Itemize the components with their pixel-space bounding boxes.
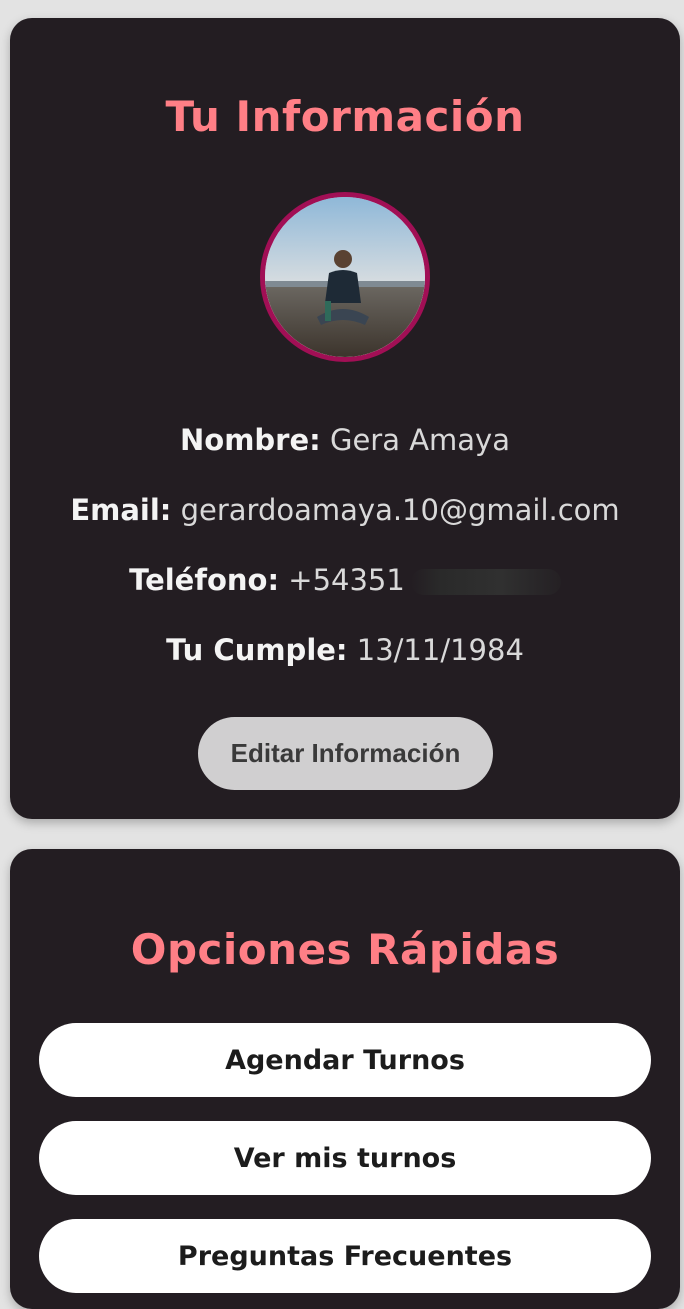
- edit-info-button[interactable]: Editar Información: [198, 717, 493, 790]
- schedule-appointments-button[interactable]: Agendar Turnos: [39, 1023, 651, 1097]
- profile-card: Tu Información Nombre: Gera Amaya Email:…: [10, 18, 680, 819]
- quick-options-card: Opciones Rápidas Agendar Turnos Ver mis …: [10, 849, 680, 1309]
- birthday-label: Tu Cumple:: [166, 633, 348, 667]
- phone-value: +54351: [288, 563, 405, 597]
- birthday-value: 13/11/1984: [356, 633, 524, 667]
- quick-options-title: Opciones Rápidas: [130, 925, 560, 974]
- profile-title: Tu Información: [165, 92, 525, 141]
- view-appointments-button[interactable]: Ver mis turnos: [39, 1121, 651, 1195]
- email-label: Email:: [70, 493, 172, 527]
- phone-redaction: [410, 569, 561, 595]
- profile-photo: [265, 197, 425, 357]
- name-value: Gera Amaya: [329, 423, 510, 457]
- avatar: [260, 192, 430, 362]
- email-value: gerardoamaya.10@gmail.com: [180, 493, 620, 527]
- birthday-row: Tu Cumple: 13/11/1984: [10, 633, 680, 667]
- name-label: Nombre:: [180, 423, 321, 457]
- phone-label: Teléfono:: [129, 563, 280, 597]
- phone-row: Teléfono: +54351: [10, 563, 680, 597]
- email-row: Email: gerardoamaya.10@gmail.com: [10, 493, 680, 527]
- faq-button[interactable]: Preguntas Frecuentes: [39, 1219, 651, 1293]
- name-row: Nombre: Gera Amaya: [10, 423, 680, 457]
